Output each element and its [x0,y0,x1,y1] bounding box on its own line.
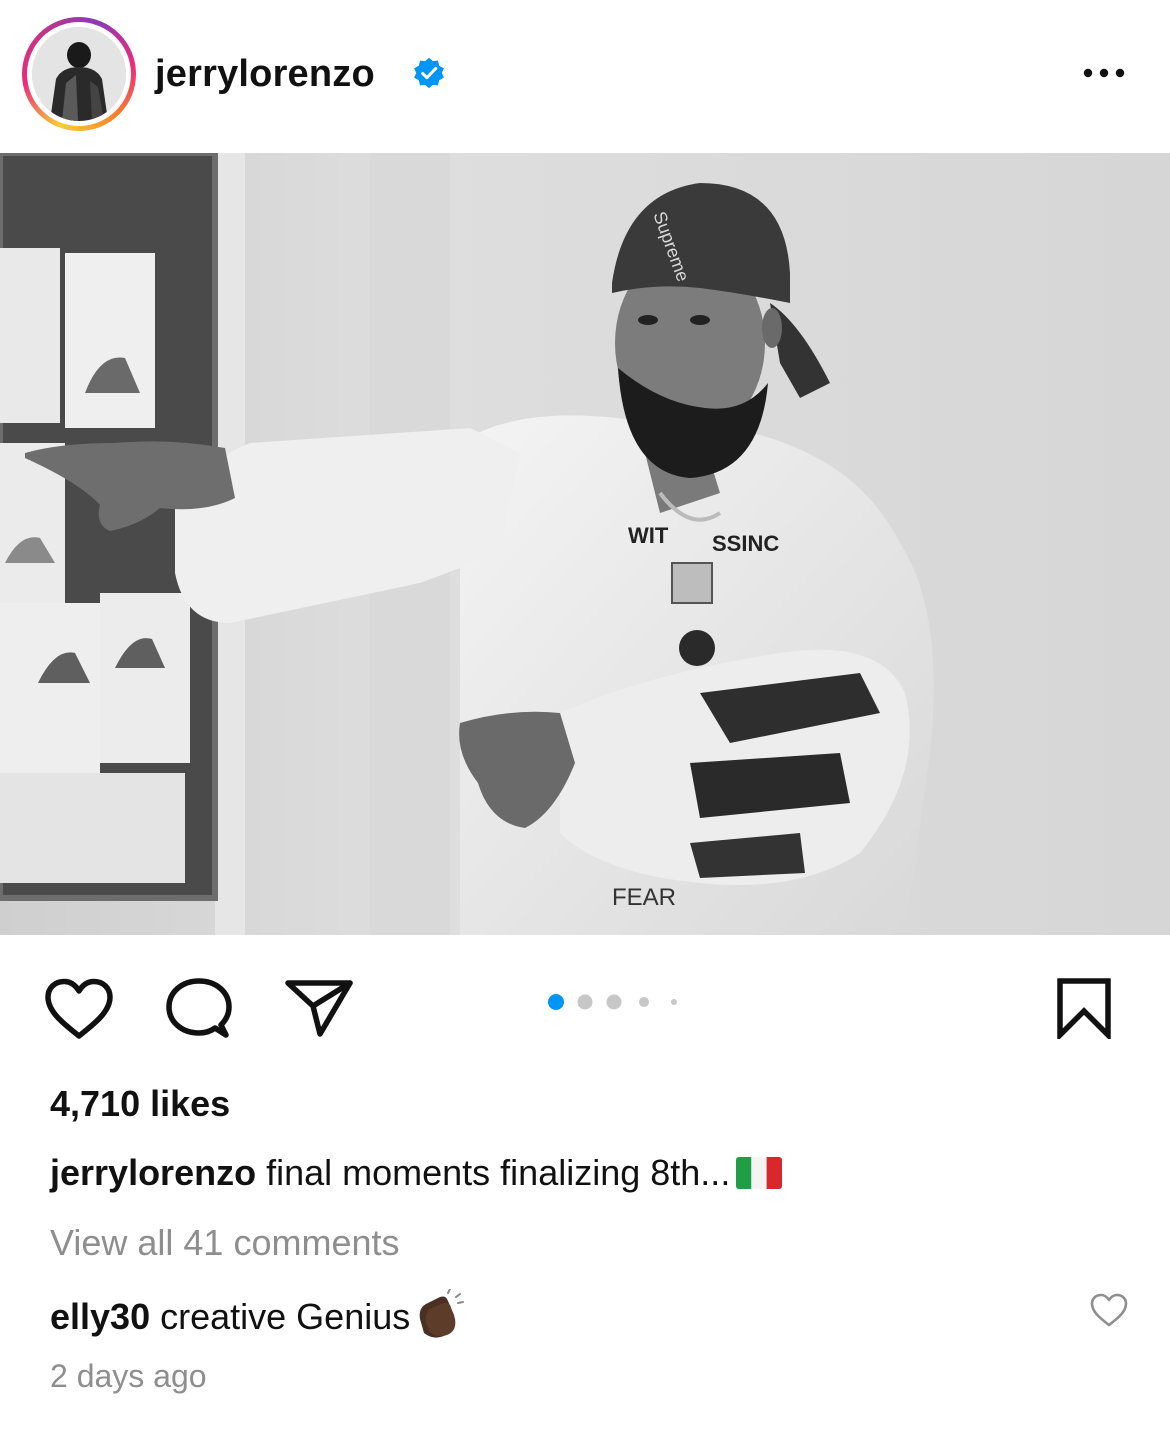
story-ring[interactable] [22,17,136,131]
svg-text:FEAR: FEAR [612,884,676,911]
post-header: jerrylorenzo [0,0,1170,153]
carousel-dot [639,997,649,1007]
avatar[interactable] [32,27,126,121]
carousel-dot [606,994,622,1010]
bookmark-icon[interactable] [1056,977,1112,1039]
verified-badge-icon [414,57,444,89]
post-timestamp: 2 days ago [50,1358,207,1394]
caption-username[interactable]: jerrylorenzo [50,1152,256,1193]
carousel-indicator [548,994,677,1010]
clapping-hands-icon [419,1289,465,1338]
carousel-dot [548,994,564,1010]
comment-username[interactable]: elly30 [50,1296,150,1337]
comment-like-heart-icon[interactable] [1089,1292,1129,1328]
likes-count[interactable]: 4,710 likes [50,1082,230,1126]
svg-text:SSINC: SSINC [712,531,779,556]
heart-icon[interactable] [44,978,114,1040]
more-horizontal-icon[interactable] [1080,58,1128,88]
italy-flag-icon [736,1157,783,1189]
post-photo[interactable]: WIT SSINC FEAR Supreme [0,153,1170,935]
top-comment: elly30 creative Genius [50,1289,465,1341]
carousel-dot [577,994,593,1010]
caption-text[interactable]: final moments finalizing 8th... [266,1152,730,1193]
comment-text: creative Genius [160,1296,411,1337]
post-caption: jerrylorenzo final moments finalizing 8t… [50,1151,783,1195]
svg-text:WIT: WIT [628,523,669,548]
comment-bubble-icon[interactable] [165,977,233,1041]
post-username[interactable]: jerrylorenzo [155,50,375,98]
paper-plane-icon[interactable] [284,978,354,1038]
carousel-dot [671,999,677,1005]
view-all-comments-link[interactable]: View all 41 comments [50,1221,400,1265]
